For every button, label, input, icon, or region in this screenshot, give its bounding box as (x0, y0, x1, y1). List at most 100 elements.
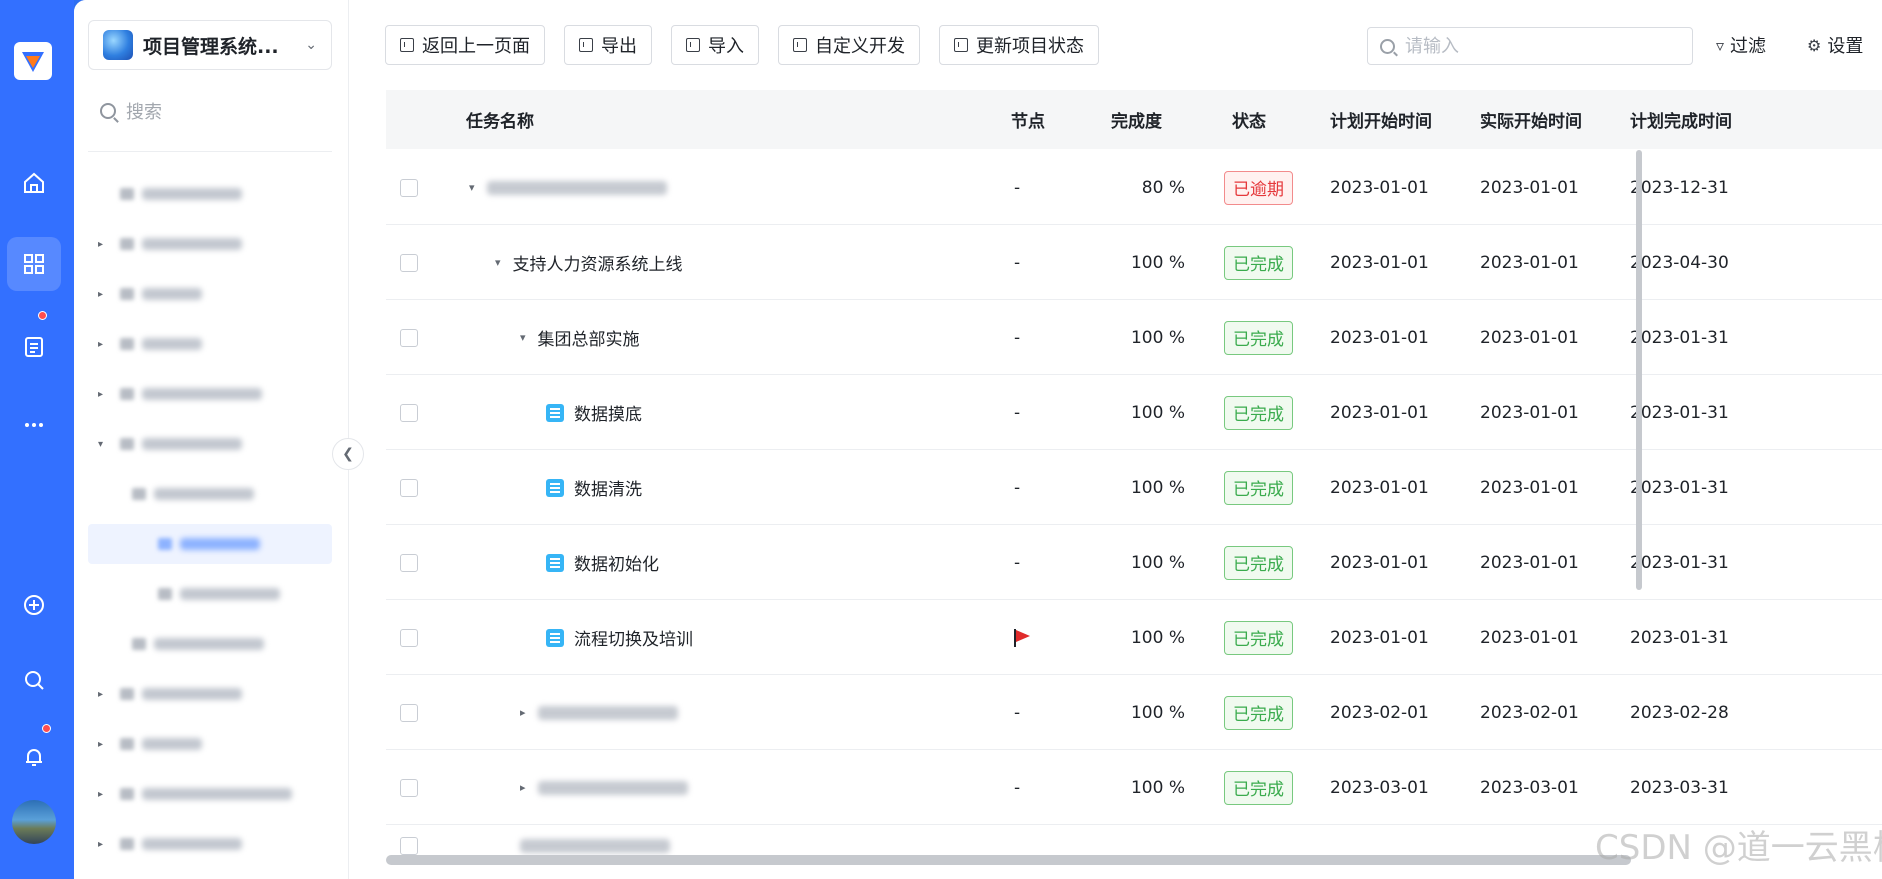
tree-item-selected[interactable] (88, 524, 332, 564)
project-name: 项目管理系统... (143, 35, 279, 58)
plan-start-cell: 2023-01-01 (1330, 552, 1429, 573)
caret-down-icon: ▾ (98, 438, 104, 450)
update-status-label: 更新项目状态 (976, 36, 1084, 57)
vertical-scrollbar[interactable] (1636, 150, 1642, 590)
row-checkbox[interactable] (400, 328, 418, 347)
back-button[interactable]: 返回上一页面 (385, 25, 545, 65)
actual-start-cell: 2023-02-01 (1480, 702, 1579, 723)
tree-item[interactable] (88, 624, 332, 664)
row-checkbox[interactable] (400, 478, 418, 497)
tree-item[interactable] (88, 474, 332, 514)
avatar[interactable] (12, 800, 56, 844)
caret-down-icon[interactable]: ▾ (495, 256, 501, 269)
status-badge: 已完成 (1224, 320, 1293, 355)
task-name[interactable]: 集团总部实施 (538, 325, 640, 350)
table-row[interactable]: 数据清洗 - 100 % 已完成 2023-01-01 2023-01-01 2… (386, 450, 1882, 525)
progress-cell: 100 % (1130, 702, 1185, 723)
tree-item[interactable] (88, 174, 332, 214)
progress-cell: 100 % (1130, 252, 1185, 273)
search-icon[interactable] (7, 653, 61, 707)
row-checkbox[interactable] (400, 778, 418, 797)
caret-right-icon: ▸ (98, 388, 104, 400)
task-name[interactable]: 流程切换及培训 (574, 625, 693, 650)
bell-icon[interactable] (7, 730, 61, 784)
header-actual-start[interactable]: 实际开始时间 (1480, 107, 1582, 132)
header-status[interactable]: 状态 (1232, 107, 1266, 132)
plan-end-cell: 2023-03-31 (1630, 777, 1729, 798)
filter-button[interactable]: ▿ 过滤 (1716, 32, 1766, 58)
horizontal-scrollbar[interactable] (386, 855, 1631, 865)
table-row[interactable]: ▸ - 100 % 已完成 2023-03-01 2023-03-01 2023… (386, 750, 1882, 825)
update-status-button[interactable]: 更新项目状态 (939, 25, 1099, 65)
caret-down-icon[interactable]: ▾ (520, 331, 526, 344)
header-node[interactable]: 节点 (1011, 107, 1045, 132)
project-tree: 项目管理系统... ⌄ 搜索 ▸ ▸ ▸ ▸ ▾ ▸ ▸ ▸ ▸ (74, 0, 349, 879)
table-row[interactable]: ▾ 集团总部实施 - 100 % 已完成 2023-01-01 2023-01-0… (386, 300, 1882, 375)
caret-right-icon[interactable]: ▸ (520, 781, 526, 794)
tree-item[interactable]: ▸ (88, 374, 332, 414)
doc-icon[interactable] (7, 320, 61, 374)
status-badge: 已完成 (1224, 395, 1293, 430)
tree-item[interactable]: ▸ (88, 274, 332, 314)
plan-start-cell: 2023-01-01 (1330, 627, 1429, 648)
row-checkbox[interactable] (400, 837, 418, 855)
tree-item[interactable]: ▸ (88, 774, 332, 814)
table-row[interactable]: ▾ - 80 % 已逾期 2023-01-01 2023-01-01 2023-… (386, 150, 1882, 225)
task-name[interactable]: 支持人力资源系统上线 (513, 250, 683, 275)
plan-end-cell: 2023-01-31 (1630, 477, 1729, 498)
table-row[interactable]: 数据初始化 - 100 % 已完成 2023-01-01 2023-01-01 … (386, 525, 1882, 600)
flag-icon[interactable] (1012, 628, 1032, 648)
table-row[interactable]: 数据摸底 - 100 % 已完成 2023-01-01 2023-01-01 2… (386, 375, 1882, 450)
table-row[interactable]: ▸ - 100 % 已完成 2023-02-01 2023-02-01 2023… (386, 675, 1882, 750)
tree-search[interactable]: 搜索 (100, 98, 162, 124)
tree-item[interactable]: ▸ (88, 324, 332, 364)
tree-item[interactable] (88, 574, 332, 614)
header-plan-end[interactable]: 计划完成时间 (1630, 107, 1732, 132)
divider (88, 151, 332, 152)
task-icon (546, 628, 564, 647)
header-name[interactable]: 任务名称 (466, 107, 534, 132)
export-button[interactable]: 导出 (564, 25, 652, 65)
table-row[interactable]: 流程切换及培训 100 % 已完成 2023-01-01 2023-01-01 … (386, 600, 1882, 675)
settings-button[interactable]: ⚙ 设置 (1807, 32, 1863, 58)
tree-item[interactable]: ▸ (88, 674, 332, 714)
plan-end-cell: 2023-01-31 (1630, 552, 1729, 573)
row-checkbox[interactable] (400, 178, 418, 197)
task-name[interactable]: 数据摸底 (574, 400, 642, 425)
watermark: CSDN @道一云黑板报 (1595, 828, 1882, 868)
notification-dot (42, 724, 51, 733)
actual-start-cell: 2023-01-01 (1480, 552, 1579, 573)
node-cell: - (1014, 777, 1021, 798)
import-button[interactable]: 导入 (671, 25, 759, 65)
back-label: 返回上一页面 (422, 36, 530, 57)
apps-icon[interactable] (7, 237, 61, 291)
search-input[interactable] (1405, 35, 1675, 57)
tree-item[interactable]: ▾ (88, 424, 332, 464)
home-icon[interactable] (7, 156, 61, 210)
row-checkbox[interactable] (400, 253, 418, 272)
header-progress[interactable]: 完成度 (1111, 107, 1162, 132)
row-checkbox[interactable] (400, 628, 418, 647)
row-checkbox[interactable] (400, 703, 418, 722)
row-checkbox[interactable] (400, 403, 418, 422)
header-plan-start[interactable]: 计划开始时间 (1330, 107, 1432, 132)
task-name[interactable]: 数据清洗 (574, 475, 642, 500)
add-icon[interactable] (7, 578, 61, 632)
plan-start-cell: 2023-01-01 (1330, 252, 1429, 273)
task-icon (546, 403, 564, 422)
tree-item[interactable]: ▸ (88, 224, 332, 264)
tree-item[interactable]: ▸ (88, 824, 332, 864)
caret-down-icon[interactable]: ▾ (469, 181, 475, 194)
collapse-sidebar-button[interactable]: ❮ (332, 438, 364, 470)
table-row[interactable]: ▾ 支持人力资源系统上线 - 100 % 已完成 2023-01-01 2023-… (386, 225, 1882, 300)
app-logo[interactable] (14, 42, 52, 80)
task-name[interactable]: 数据初始化 (574, 550, 659, 575)
custom-dev-button[interactable]: 自定义开发 (778, 25, 920, 65)
actual-start-cell: 2023-01-01 (1480, 327, 1579, 348)
project-selector[interactable]: 项目管理系统... ⌄ (88, 20, 332, 70)
more-icon[interactable] (7, 398, 61, 452)
tree-item[interactable]: ▸ (88, 724, 332, 764)
caret-right-icon[interactable]: ▸ (520, 706, 526, 719)
row-checkbox[interactable] (400, 553, 418, 572)
node-cell: - (1014, 477, 1021, 498)
